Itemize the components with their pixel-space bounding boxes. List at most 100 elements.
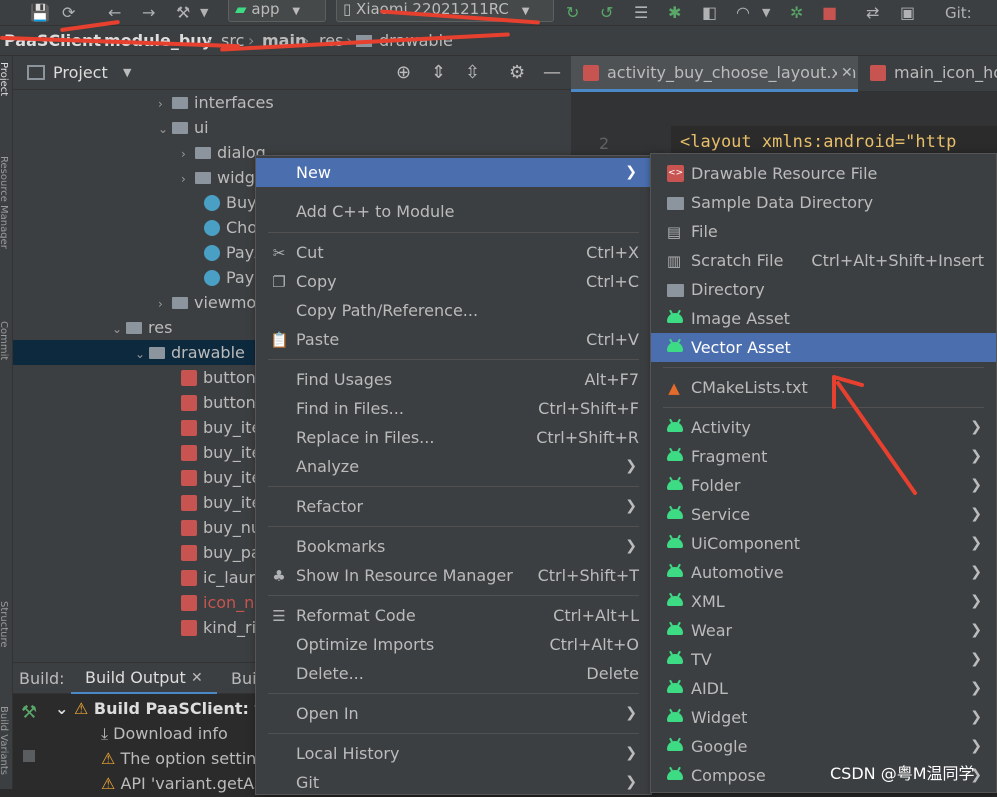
tree-item[interactable]: ⌄ ui <box>13 115 571 140</box>
collapse-all-icon[interactable]: ⇳ <box>465 56 480 90</box>
menu-item-add-cpp[interactable]: Add C++ to Module <box>256 197 651 226</box>
tree-item-label: interfaces <box>194 93 274 112</box>
submenu-item-drawable-resource-file[interactable]: <> Drawable Resource File <box>651 159 996 188</box>
menu-item-replace-in-files[interactable]: Replace in Files... Ctrl+Shift+R <box>256 423 651 452</box>
profile-icon[interactable]: ◧ <box>702 4 717 22</box>
chevron-down-icon: ⌄ <box>158 122 169 136</box>
build-row-text: The option setting <box>120 749 267 768</box>
tree-item[interactable]: › interfaces <box>13 90 571 115</box>
chevron-right-icon: › <box>158 97 163 111</box>
menu-item-reformat-code[interactable]: ☰ Reformat Code Ctrl+Alt+L <box>256 601 651 630</box>
menu-item-show-in-resource-manager[interactable]: ♣ Show In Resource Manager Ctrl+Shift+T <box>256 561 651 590</box>
menu-item-label: Copy Path/Reference... <box>296 301 479 320</box>
menu-item-label: Bookmarks <box>296 537 386 556</box>
commit-tool-tab[interactable]: Commit <box>0 321 9 360</box>
chevron-down-icon[interactable]: ▼ <box>200 4 208 22</box>
project-panel-title[interactable]: Project <box>53 56 108 90</box>
menu-item-bookmarks[interactable]: Bookmarks ❯ <box>256 532 651 561</box>
menu-item-find-usages[interactable]: Find Usages Alt+F7 <box>256 365 651 394</box>
tab-activity-layout[interactable]: activity_buy_choose_layout.xml ✕ <box>571 56 858 92</box>
device-manager-icon[interactable]: ▣ <box>900 4 915 22</box>
build-hammer-icon[interactable]: ⚒ <box>176 4 190 22</box>
download-icon: ⤓ <box>101 724 109 743</box>
menu-item-open-in[interactable]: Open In ❯ <box>256 699 651 728</box>
submenu-item-aidl[interactable]: AIDL ❯ <box>651 674 996 703</box>
xml-file-icon <box>181 495 197 511</box>
save-icon[interactable]: 💾 <box>30 4 50 22</box>
menu-item-delete[interactable]: Delete... Delete <box>256 659 651 688</box>
android-icon <box>667 741 683 751</box>
left-tool-strip: Project Resource Manager Commit Structur… <box>0 56 13 789</box>
submenu-item-google[interactable]: Google ❯ <box>651 732 996 761</box>
sync-icon[interactable]: ⟳ <box>62 4 75 22</box>
code-line[interactable]: <layout xmlns:android="http <box>680 128 997 156</box>
folder-icon <box>195 172 211 184</box>
scissors-icon: ✂ <box>272 244 286 262</box>
close-icon[interactable]: ✕ <box>191 663 203 693</box>
submenu-item-directory[interactable]: Directory <box>651 275 996 304</box>
menu-item-find-in-files[interactable]: Find in Files... Ctrl+Shift+F <box>256 394 651 423</box>
submenu-item-scratch-file[interactable]: ▥ Scratch File Ctrl+Alt+Shift+Insert <box>651 246 996 275</box>
forward-icon[interactable]: → <box>142 4 155 22</box>
menu-shortcut: Ctrl+Shift+T <box>537 566 639 585</box>
expand-all-icon[interactable]: ⇕ <box>431 56 446 90</box>
submenu-item-widget[interactable]: Widget ❯ <box>651 703 996 732</box>
chevron-right-icon: ❯ <box>625 745 637 761</box>
attach-debugger-icon[interactable]: ◠ <box>736 4 750 22</box>
gradle-sync-icon[interactable]: ⇄ <box>866 4 879 22</box>
chevron-right-icon: ❯ <box>625 498 637 514</box>
menu-item-refactor[interactable]: Refactor ❯ <box>256 492 651 521</box>
submenu-item-image-asset[interactable]: Image Asset <box>651 304 996 333</box>
gear-icon[interactable]: ⚙ <box>509 56 525 90</box>
submenu-item-service[interactable]: Service ❯ <box>651 500 996 529</box>
hide-panel-icon[interactable]: — <box>543 56 561 90</box>
tab-main-icon-home[interactable]: main_icon_home.xml <box>858 56 997 92</box>
menu-item-analyze[interactable]: Analyze ❯ <box>256 452 651 481</box>
stop-icon[interactable] <box>23 750 35 762</box>
apply-changes-icon[interactable]: ↻ <box>566 4 579 22</box>
menu-item-git[interactable]: Git ❯ <box>256 768 651 797</box>
hammer-icon[interactable]: ⚒ <box>21 702 37 723</box>
submenu-item-tv[interactable]: TV ❯ <box>651 645 996 674</box>
submenu-item-vector-asset[interactable]: Vector Asset <box>651 333 996 362</box>
menu-item-copy-path[interactable]: Copy Path/Reference... <box>256 296 651 325</box>
chevron-down-icon[interactable]: ▼ <box>762 4 770 22</box>
xml-file-icon <box>181 570 197 586</box>
run-config-select[interactable]: ▰ app ▼ <box>228 0 326 22</box>
breadcrumb-item[interactable]: src <box>221 26 244 55</box>
submenu-item-file[interactable]: ▤ File <box>651 217 996 246</box>
submenu-item-wear[interactable]: Wear ❯ <box>651 616 996 645</box>
menu-item-new[interactable]: New ❯ <box>256 158 651 187</box>
git-label[interactable]: Git: <box>945 4 972 22</box>
debug-icon[interactable]: ✱ <box>668 4 681 22</box>
run-list-icon[interactable]: ☰ <box>634 4 648 22</box>
build-row[interactable]: ⤓ Download info <box>101 721 228 746</box>
chevron-down-icon[interactable]: ▼ <box>123 56 131 90</box>
breadcrumb-item[interactable]: main <box>262 26 306 55</box>
resource-manager-tool-tab[interactable]: Resource Manager <box>0 156 9 249</box>
back-icon[interactable]: ← <box>108 4 121 22</box>
menu-shortcut: Ctrl+Alt+O <box>549 635 639 654</box>
submenu-item-sample-data-directory[interactable]: Sample Data Directory <box>651 188 996 217</box>
android-icon <box>667 567 683 577</box>
file-icon: ▤ <box>666 223 682 241</box>
debug-attach-icon[interactable]: ✲ <box>790 4 803 22</box>
menu-item-optimize-imports[interactable]: Optimize Imports Ctrl+Alt+O <box>256 630 651 659</box>
close-icon[interactable]: ✕ <box>837 56 853 89</box>
submenu-item-uicomponent[interactable]: UiComponent ❯ <box>651 529 996 558</box>
menu-item-cut[interactable]: ✂ Cut Ctrl+X <box>256 238 651 267</box>
tab-build-output[interactable]: Build Output ✕ <box>71 663 217 695</box>
menu-item-copy[interactable]: ❐ Copy Ctrl+C <box>256 267 651 296</box>
apply-code-changes-icon[interactable]: ↺ <box>600 4 613 22</box>
chevron-right-icon: › <box>181 147 186 161</box>
structure-tool-tab[interactable]: Structure <box>0 601 9 648</box>
stop-icon[interactable]: ■ <box>822 4 837 22</box>
locate-icon[interactable]: ⊕ <box>396 56 411 90</box>
submenu-item-automotive[interactable]: Automotive ❯ <box>651 558 996 587</box>
submenu-item-xml[interactable]: XML ❯ <box>651 587 996 616</box>
menu-item-local-history[interactable]: Local History ❯ <box>256 739 651 768</box>
project-tool-tab[interactable]: Project <box>0 62 9 96</box>
menu-item-paste[interactable]: 📋 Paste Ctrl+V <box>256 325 651 354</box>
build-row[interactable]: ⚠ The option setting <box>101 746 266 771</box>
build-variants-tool-tab[interactable]: Build Variants <box>0 706 9 775</box>
